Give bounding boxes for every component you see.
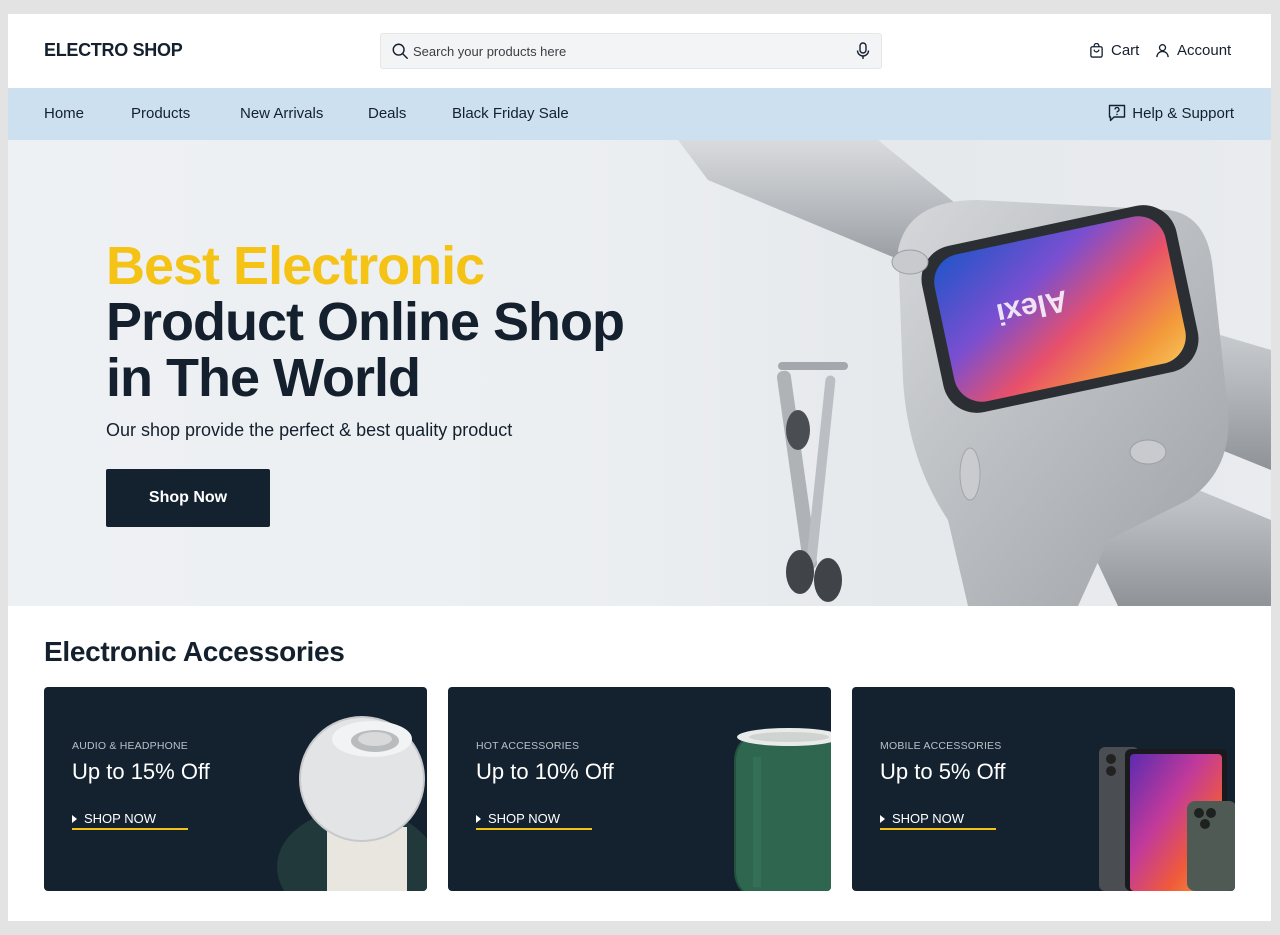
cta-underline: [476, 828, 592, 830]
hero-title-line-2: Product Online Shop: [106, 292, 625, 352]
help-chat-icon: [1109, 104, 1126, 122]
microphone-icon[interactable]: [855, 42, 871, 60]
card-category: MOBILE ACCESSORIES: [880, 740, 1002, 752]
site-logo[interactable]: ELECTRO SHOP: [44, 40, 183, 61]
card-category: HOT ACCESSORIES: [476, 740, 580, 752]
shopping-bag-icon: [1090, 43, 1103, 58]
search-input[interactable]: [413, 34, 843, 68]
accessory-card-mobile[interactable]: MOBILE ACCESSORIES Up to 5% Off SHOP NOW: [852, 687, 1235, 891]
account-label: Account: [1177, 42, 1232, 59]
user-icon: [1156, 44, 1169, 58]
nav-item-home[interactable]: Home: [44, 105, 84, 122]
nav-item-new-arrivals[interactable]: New Arrivals: [240, 105, 323, 122]
site-header: ELECTRO SHOP Cart: [8, 14, 1271, 88]
nav-item-products[interactable]: Products: [131, 105, 190, 122]
cta-underline: [880, 828, 996, 830]
help-support-link[interactable]: Help & Support: [1108, 104, 1234, 122]
main-nav: Home Products New Arrivals Deals Black F…: [8, 88, 1271, 140]
card-cta-label: SHOP NOW: [84, 811, 156, 826]
card-category: AUDIO & HEADPHONE: [72, 740, 189, 752]
accessory-card-hot[interactable]: HOT ACCESSORIES Up to 10% Off SHOP NOW: [448, 687, 831, 891]
card-cta-label: SHOP NOW: [892, 811, 964, 826]
cart-label: Cart: [1111, 42, 1140, 59]
play-triangle-icon: [476, 814, 481, 823]
smart-speaker-icon: [277, 716, 427, 891]
search-bar: [380, 33, 882, 69]
hero-title-line-3: in The World: [106, 348, 421, 408]
hero-title: Best Electronic Product Online Shop in T…: [106, 236, 625, 408]
card-offer: Up to 5% Off: [880, 759, 1006, 784]
card-shop-now-link[interactable]: SHOP NOW: [476, 811, 560, 826]
cart-link[interactable]: Cart: [1089, 42, 1139, 59]
cylinder-speaker-icon: [734, 728, 831, 891]
card-offer: Up to 10% Off: [476, 759, 614, 784]
card-offer: Up to 15% Off: [72, 759, 210, 784]
scooter-handlebar-image: Alexi: [678, 140, 1271, 606]
search-icon[interactable]: [391, 42, 409, 60]
nav-item-deals[interactable]: Deals: [368, 105, 406, 122]
hero-banner: Alexi Best Electronic Product Online Sho…: [8, 140, 1271, 606]
section-title: Electronic Accessories: [44, 636, 345, 667]
tablet-and-phone-icon: [1099, 747, 1235, 891]
card-cta-label: SHOP NOW: [488, 811, 560, 826]
account-link[interactable]: Account: [1155, 42, 1231, 59]
nav-item-black-friday-sale[interactable]: Black Friday Sale: [452, 105, 569, 122]
shop-now-button[interactable]: Shop Now: [106, 469, 270, 527]
hero-subtitle: Our shop provide the perfect & best qual…: [106, 420, 513, 440]
help-support-label: Help & Support: [1132, 104, 1234, 122]
play-triangle-icon: [880, 814, 885, 823]
cta-underline: [72, 828, 188, 830]
hero-title-line-1: Best Electronic: [106, 236, 485, 296]
accessory-card-audio[interactable]: AUDIO & HEADPHONE Up to 15% Off SHOP NOW: [44, 687, 427, 891]
play-triangle-icon: [72, 814, 77, 823]
card-shop-now-link[interactable]: SHOP NOW: [880, 811, 964, 826]
card-shop-now-link[interactable]: SHOP NOW: [72, 811, 156, 826]
page-frame: ELECTRO SHOP Cart: [8, 14, 1271, 921]
